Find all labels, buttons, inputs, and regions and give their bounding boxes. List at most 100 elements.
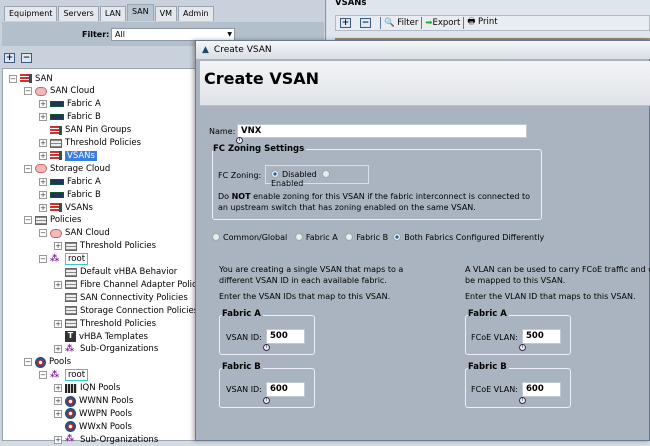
tree-item[interactable]: − ⁂ root <box>39 253 89 266</box>
collapse-icon[interactable]: − <box>24 216 32 225</box>
tree-item[interactable]: + Fabric A <box>39 98 101 111</box>
tree-item[interactable]: − SAN Cloud <box>39 227 110 240</box>
collapse-icon[interactable]: − <box>24 358 32 367</box>
scope-common-radio[interactable]: Common/Global <box>212 233 287 242</box>
tree-item[interactable]: + ⁂ Sub-Organizations <box>54 343 158 356</box>
tab-admin[interactable]: Admin <box>178 6 214 21</box>
tree-item[interactable]: + Fibre Channel Adapter Policies <box>54 278 209 291</box>
scope-radio-group: Common/Global Fabric A Fabric B Both Fab… <box>212 233 544 242</box>
tab-san[interactable]: SAN <box>126 4 154 21</box>
scope-fabric-b-radio[interactable]: Fabric B <box>345 233 388 242</box>
tree-item[interactable]: − Pools <box>24 356 71 369</box>
tree-item[interactable]: TvHBA Templates <box>54 330 148 343</box>
san-icon <box>50 125 62 135</box>
organization-icon: ⁂ <box>65 343 75 354</box>
tree-item[interactable]: + Fabric A <box>39 175 101 188</box>
zoning-disabled-radio[interactable]: Disabled <box>271 170 317 179</box>
tree-item[interactable]: + VSANs <box>39 201 93 214</box>
expand-icon[interactable]: + <box>39 177 47 186</box>
info-icon: i <box>236 137 243 144</box>
tree-item[interactable]: SAN Pin Groups <box>39 124 131 137</box>
expand-icon[interactable]: + <box>54 409 62 418</box>
tree-item-label: root <box>65 253 89 266</box>
tree-item-label: Fabric B <box>67 112 101 123</box>
expand-icon[interactable]: + <box>54 345 62 354</box>
tree-item[interactable]: + ⁂ Sub-Organizations <box>54 433 158 446</box>
expand-icon[interactable]: + <box>54 435 62 444</box>
pool-icon <box>65 395 76 407</box>
expand-icon[interactable]: + <box>54 397 62 405</box>
expand-icon[interactable]: + <box>54 384 62 393</box>
collapse-icon[interactable]: − <box>39 229 47 238</box>
tree-item-label: WWNN Pools <box>79 396 134 406</box>
tree-item[interactable]: + Threshold Policies <box>54 240 156 253</box>
tree-item[interactable]: − ⁂ root <box>39 369 89 382</box>
tree-item-label: IQN Pools <box>80 383 121 394</box>
expand-icon[interactable]: + <box>54 280 62 289</box>
tree-item[interactable]: + WWNN Pools <box>54 395 133 408</box>
tree-item[interactable]: WWxN Pools <box>54 420 132 433</box>
collapse-icon[interactable]: − <box>39 255 47 264</box>
vsan-id-a-input[interactable]: 500 <box>266 329 305 344</box>
san-icon <box>50 151 62 161</box>
print-button-label: Print <box>478 17 498 27</box>
expand-icon[interactable]: + <box>39 100 47 109</box>
tab-equipment[interactable]: Equipment <box>4 6 58 21</box>
expand-all-button[interactable]: + <box>4 53 15 63</box>
tree-item[interactable]: + Threshold Policies <box>54 317 156 330</box>
collapse-icon[interactable]: − <box>24 164 32 173</box>
expand-icon[interactable]: + <box>39 190 47 199</box>
policy-icon <box>65 319 77 329</box>
tree-item[interactable]: Storage Connection Policies <box>54 304 198 317</box>
pool-icon <box>65 408 76 420</box>
tree-item[interactable]: + WWPN Pools <box>54 407 132 420</box>
pool-icon <box>35 356 46 368</box>
expand-icon[interactable]: + <box>39 113 47 122</box>
tree-item-label: Sub-Organizations <box>80 344 159 355</box>
name-input[interactable]: VNX <box>237 124 527 138</box>
fcoe-vlan-a-label: FCoE VLAN: <box>471 333 518 342</box>
remove-button[interactable]: − <box>360 18 371 28</box>
filter-button[interactable]: 🔍 Filter <box>384 18 418 28</box>
name-value: VNX <box>241 126 262 136</box>
tree-item[interactable]: + Fabric B <box>39 111 101 124</box>
tree-item-label: Threshold Policies <box>80 241 157 252</box>
collapse-icon[interactable]: − <box>9 74 17 83</box>
fabric-icon <box>50 101 64 108</box>
add-button[interactable]: + <box>340 18 351 28</box>
tree-item[interactable]: − Storage Cloud <box>24 162 110 175</box>
vsan-id-b-input[interactable]: 600 <box>266 382 305 397</box>
tree-item-label: WWPN Pools <box>79 408 133 419</box>
expand-icon[interactable]: + <box>54 319 62 328</box>
collapse-all-button[interactable]: − <box>21 53 32 63</box>
tree-item[interactable]: − SAN <box>9 72 53 85</box>
fcoe-vlan-a-input[interactable]: 500 <box>522 329 561 344</box>
scope-fabric-a-radio[interactable]: Fabric A <box>294 233 338 242</box>
expand-icon[interactable]: + <box>39 139 47 147</box>
tree-item[interactable]: − SAN Cloud <box>24 85 95 98</box>
tree-item[interactable]: + IQN Pools <box>54 382 120 395</box>
policy-icon <box>65 293 77 303</box>
scope-both-radio[interactable]: Both Fabrics Configured Differently <box>393 233 544 242</box>
tree-item[interactable]: Default vHBA Behavior <box>54 266 177 279</box>
tab-servers[interactable]: Servers <box>58 6 99 21</box>
collapse-icon[interactable]: − <box>39 371 47 380</box>
expand-icon[interactable]: + <box>39 151 47 160</box>
export-button[interactable]: ➡Export <box>425 18 460 28</box>
tree-item[interactable]: + Threshold Policies <box>39 137 141 150</box>
tree-item[interactable]: SAN Connectivity Policies <box>54 291 188 304</box>
expand-icon[interactable]: + <box>54 242 62 251</box>
filter-value: All <box>115 30 125 39</box>
fc-zoning-label: FC Zoning: <box>218 171 262 180</box>
tree-item[interactable]: + VSANs <box>39 149 97 162</box>
tree-item[interactable]: + Fabric B <box>39 188 101 201</box>
tree-item[interactable]: − Policies <box>24 214 81 227</box>
dialog-titlebar[interactable]: ▲ Create VSAN <box>196 41 650 59</box>
tree-item-label: Storage Cloud <box>50 163 111 174</box>
tab-lan[interactable]: LAN <box>99 6 126 21</box>
collapse-icon[interactable]: − <box>24 87 32 96</box>
print-button[interactable]: 🖶 Print <box>467 16 497 30</box>
expand-icon[interactable]: + <box>39 203 47 212</box>
tab-vm[interactable]: VM <box>154 6 178 21</box>
fcoe-vlan-b-input[interactable]: 600 <box>522 382 561 397</box>
